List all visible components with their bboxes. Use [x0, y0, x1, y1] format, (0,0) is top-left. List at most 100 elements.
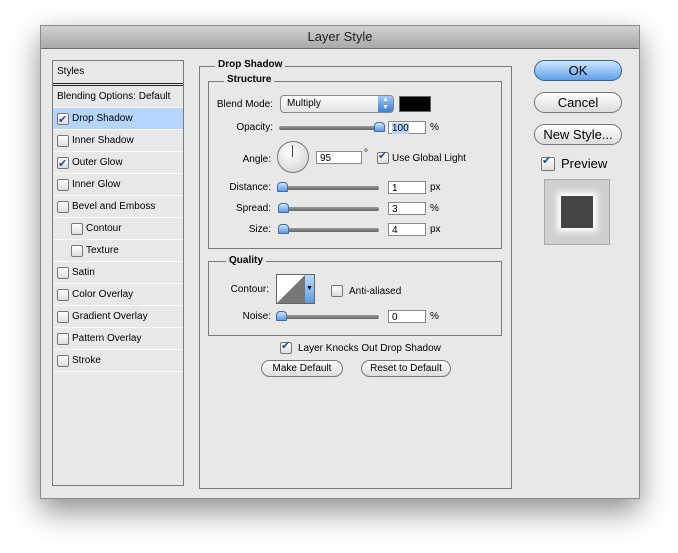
preview-checkbox[interactable]: Preview: [541, 154, 608, 171]
quality-title: Quality: [226, 255, 266, 266]
make-default-button[interactable]: Make Default: [261, 360, 343, 377]
style-item-label: Color Overlay: [72, 289, 134, 300]
checkbox-icon[interactable]: [57, 154, 69, 175]
title-bar[interactable]: Layer Style: [41, 26, 639, 49]
noise-input[interactable]: 0: [388, 310, 426, 323]
checkbox-icon[interactable]: [57, 110, 69, 131]
style-item-inner-shadow[interactable]: Inner Shadow: [53, 130, 183, 152]
style-item-contour[interactable]: Contour: [53, 218, 183, 240]
checkbox-icon: [377, 149, 389, 164]
style-item-blending-options-default[interactable]: Blending Options: Default: [53, 86, 183, 108]
noise-label: Noise:: [242, 311, 271, 322]
drop-shadow-title: Drop Shadow: [215, 59, 286, 70]
spread-input[interactable]: 3: [388, 202, 426, 215]
noise-slider-thumb[interactable]: [276, 311, 287, 321]
angle-input[interactable]: 95: [316, 151, 362, 164]
contour-label: Contour:: [230, 284, 269, 295]
checkbox-icon[interactable]: [57, 310, 69, 323]
style-item-drop-shadow[interactable]: Drop Shadow: [53, 108, 183, 131]
styles-list: Styles Blending Options: Default Drop Sha…: [52, 60, 184, 486]
checkbox-icon[interactable]: [57, 200, 69, 213]
style-item-color-overlay[interactable]: Color Overlay: [53, 284, 183, 306]
style-item-label: Stroke: [72, 355, 101, 366]
style-item-label: Bevel and Emboss: [72, 201, 156, 212]
layer-knocks-out-checkbox[interactable]: Layer Knocks Out Drop Shadow: [280, 339, 441, 354]
new-style-button[interactable]: New Style...: [534, 124, 622, 145]
opacity-unit: %: [430, 122, 439, 133]
anti-aliased-label: Anti-aliased: [349, 285, 402, 297]
contour-picker[interactable]: ▼: [276, 274, 315, 304]
shadow-color-swatch[interactable]: [399, 96, 431, 112]
spread-unit: %: [430, 203, 439, 214]
opacity-slider-thumb[interactable]: [374, 122, 385, 132]
contour-dropdown-icon: ▼: [305, 275, 314, 303]
angle-dial[interactable]: [277, 141, 309, 173]
distance-input[interactable]: 1: [388, 181, 426, 194]
checkbox-icon[interactable]: [57, 288, 69, 301]
opacity-slider[interactable]: [279, 126, 379, 130]
style-item-bevel-and-emboss[interactable]: Bevel and Emboss: [53, 196, 183, 218]
size-input[interactable]: 4: [388, 223, 426, 236]
style-item-label: Inner Shadow: [72, 135, 134, 146]
quality-group: [208, 261, 502, 336]
style-item-inner-glow[interactable]: Inner Glow: [53, 174, 183, 196]
style-item-label: Contour: [86, 223, 122, 234]
style-item-label: Pattern Overlay: [72, 333, 142, 344]
opacity-input[interactable]: 100: [388, 121, 426, 134]
spread-label: Spread:: [235, 203, 271, 214]
style-item-stroke[interactable]: Stroke: [53, 350, 183, 372]
structure-title: Structure: [224, 74, 275, 85]
style-item-outer-glow[interactable]: Outer Glow: [53, 152, 183, 175]
angle-dial-needle: [292, 145, 293, 157]
style-item-label: Inner Glow: [72, 179, 121, 190]
distance-unit: px: [430, 182, 441, 193]
checkbox-icon: [280, 339, 292, 354]
reset-to-default-button[interactable]: Reset to Default: [361, 360, 451, 377]
noise-slider[interactable]: [279, 315, 379, 319]
checkbox-icon[interactable]: [71, 222, 83, 235]
checkbox-icon[interactable]: [71, 244, 83, 257]
checkbox-icon[interactable]: [57, 178, 69, 191]
opacity-label: Opacity:: [236, 122, 273, 133]
layer-style-dialog: Layer Style Styles Blending Options: Def…: [40, 25, 640, 499]
size-slider[interactable]: [279, 228, 379, 232]
anti-aliased-checkbox[interactable]: Anti-aliased: [331, 285, 401, 297]
styles-header[interactable]: Styles: [53, 61, 183, 86]
layer-knocks-out-label: Layer Knocks Out Drop Shadow: [298, 342, 441, 354]
size-slider-thumb[interactable]: [278, 224, 289, 234]
style-item-label: Blending Options: Default: [57, 91, 171, 102]
size-label: Size:: [248, 224, 271, 235]
checkbox-icon[interactable]: [57, 332, 69, 345]
select-arrows-icon: ▲ ▼: [378, 96, 393, 112]
blend-mode-select[interactable]: Multiply ▲ ▼: [280, 95, 394, 113]
spread-slider[interactable]: [279, 207, 379, 211]
checkbox-icon: [541, 154, 555, 171]
use-global-light-checkbox[interactable]: Use Global Light: [377, 149, 466, 164]
style-item-label: Texture: [86, 245, 119, 256]
distance-slider-thumb[interactable]: [277, 182, 288, 192]
style-item-pattern-overlay[interactable]: Pattern Overlay: [53, 328, 183, 350]
style-item-satin[interactable]: Satin: [53, 262, 183, 284]
contour-linear-icon: [277, 275, 305, 303]
checkbox-icon: [331, 285, 343, 297]
style-item-texture[interactable]: Texture: [53, 240, 183, 262]
distance-slider[interactable]: [279, 186, 379, 190]
preview-square: [561, 196, 593, 228]
window-title: Layer Style: [307, 29, 373, 44]
checkbox-icon[interactable]: [57, 134, 69, 147]
cancel-button[interactable]: Cancel: [534, 92, 622, 113]
angle-unit: °: [364, 148, 368, 159]
use-global-light-label: Use Global Light: [392, 152, 466, 164]
ok-button[interactable]: OK: [534, 60, 622, 81]
checkbox-icon[interactable]: [57, 266, 69, 279]
noise-unit: %: [430, 311, 439, 322]
blend-mode-value: Multiply: [287, 98, 321, 109]
preview-label: Preview: [561, 156, 608, 171]
style-item-gradient-overlay[interactable]: Gradient Overlay: [53, 306, 183, 328]
spread-slider-thumb[interactable]: [278, 203, 289, 213]
checkbox-icon[interactable]: [57, 354, 69, 367]
size-unit: px: [430, 224, 441, 235]
style-item-label: Drop Shadow: [72, 113, 133, 124]
style-item-label: Gradient Overlay: [72, 311, 148, 322]
style-item-label: Satin: [72, 267, 95, 278]
